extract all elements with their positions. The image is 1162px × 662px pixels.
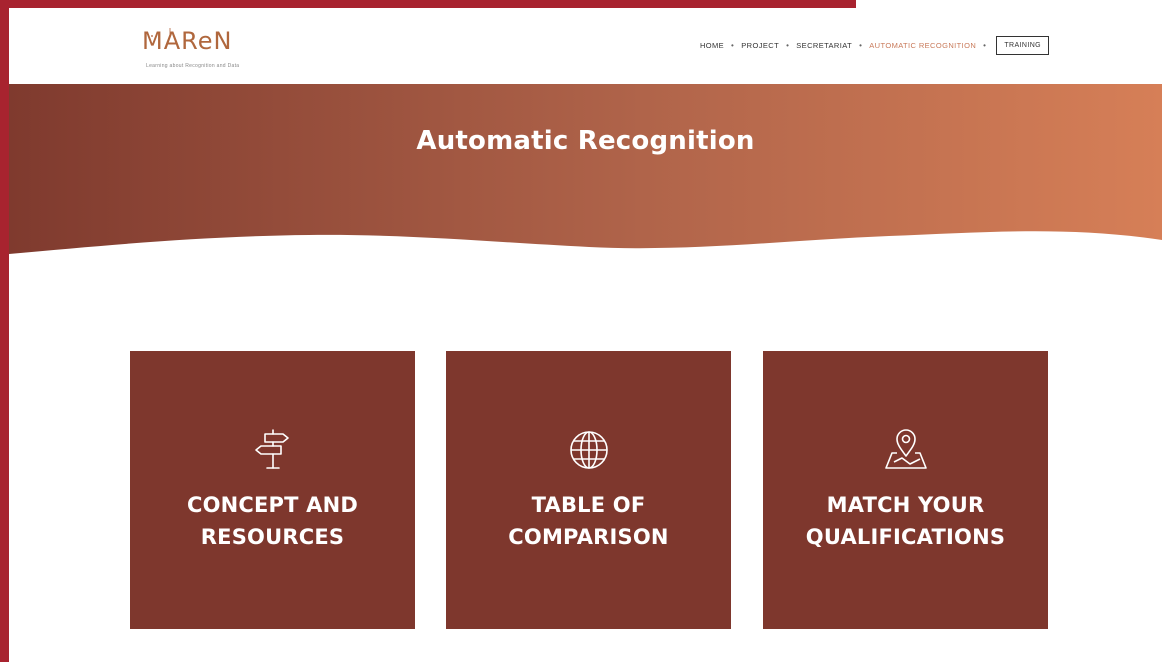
nav-separator: • — [983, 40, 987, 50]
nav-separator: • — [786, 40, 790, 50]
card-title: MATCH YOUR QUALIFICATIONS — [805, 493, 1006, 549]
card-concept-and-resources[interactable]: CONCEPT AND RESOURCES — [130, 351, 415, 629]
nav-item-automatic-recognition[interactable]: AUTOMATIC RECOGNITION — [869, 41, 976, 50]
top-frame-bar — [0, 0, 856, 8]
page-title: Automatic Recognition — [416, 126, 755, 156]
map-pin-icon — [763, 426, 1048, 474]
card-title: TABLE OF COMPARISON — [508, 493, 669, 549]
recognition-cards: CONCEPT AND RESOURCES TABLE OF COMPARISO… — [130, 351, 1048, 629]
training-button[interactable]: TRAINING — [996, 35, 1049, 55]
logo-tagline: Learning about Recognition and Data — [146, 63, 240, 69]
card-title: CONCEPT AND RESOURCES — [186, 493, 359, 549]
nav-item-project[interactable]: PROJECT — [741, 41, 779, 50]
site-logo[interactable]: MAReN Learning about Recognition and Dat… — [142, 26, 262, 78]
site-header: MAReN Learning about Recognition and Dat… — [9, 8, 1162, 84]
globe-icon — [446, 426, 731, 474]
nav-separator: • — [859, 40, 863, 50]
hero-banner: Automatic Recognition — [9, 84, 1162, 260]
hero-background — [9, 84, 1162, 254]
nav-item-secretariat[interactable]: SECRETARIAT — [796, 41, 852, 50]
left-frame-bar — [0, 0, 9, 662]
signpost-icon — [130, 426, 415, 474]
main-nav: HOME • PROJECT • SECRETARIAT • AUTOMATIC… — [700, 34, 1049, 56]
nav-item-home[interactable]: HOME — [700, 41, 724, 50]
logo-text: MAReN — [142, 27, 233, 55]
card-table-of-comparison[interactable]: TABLE OF COMPARISON — [446, 351, 731, 629]
nav-separator: • — [731, 40, 735, 50]
card-match-your-qualifications[interactable]: MATCH YOUR QUALIFICATIONS — [763, 351, 1048, 629]
